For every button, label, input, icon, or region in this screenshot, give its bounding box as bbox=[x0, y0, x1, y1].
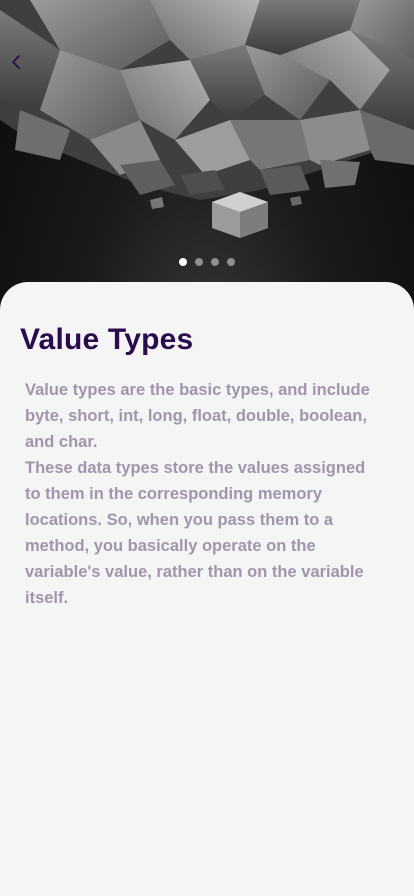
description-paragraph-2: These data types store the values assign… bbox=[25, 459, 366, 607]
screen: Value Types Value types are the basic ty… bbox=[0, 0, 414, 896]
chevron-left-icon bbox=[12, 55, 20, 69]
description-paragraph-1: Value types are the basic types, and inc… bbox=[25, 381, 370, 451]
carousel-indicator bbox=[0, 258, 414, 266]
hero-image bbox=[0, 0, 414, 310]
back-button[interactable] bbox=[10, 54, 38, 82]
content-card: Value Types Value types are the basic ty… bbox=[0, 282, 414, 896]
carousel-dot-1[interactable] bbox=[179, 258, 187, 266]
page-title: Value Types bbox=[20, 323, 194, 356]
description-text: Value types are the basic types, and inc… bbox=[25, 377, 385, 611]
carousel-dot-2[interactable] bbox=[195, 258, 203, 266]
carousel-dot-3[interactable] bbox=[211, 258, 219, 266]
carousel-dot-4[interactable] bbox=[227, 258, 235, 266]
